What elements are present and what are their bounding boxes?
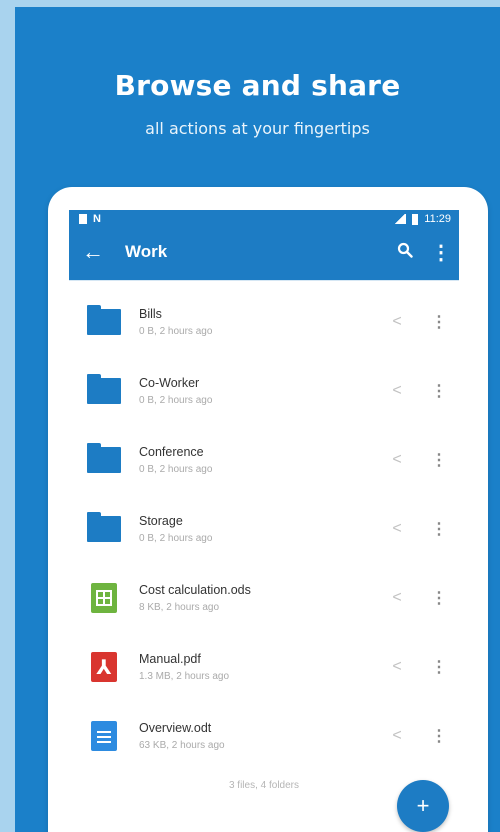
- back-arrow-icon[interactable]: ←: [69, 239, 117, 265]
- share-icon[interactable]: <: [375, 589, 419, 607]
- folder-icon: [87, 304, 121, 335]
- toolbar-divider: [69, 276, 459, 281]
- item-more-icon[interactable]: ⋮: [419, 519, 459, 539]
- list-item[interactable]: Storage 0 B, 2 hours ago < ⋮: [69, 494, 459, 563]
- file-meta: 0 B, 2 hours ago: [139, 325, 213, 337]
- promo-headline: Browse and share: [114, 69, 401, 102]
- file-name: Overview.odt: [139, 720, 212, 735]
- file-meta: 0 B, 2 hours ago: [139, 394, 213, 406]
- pdf-icon: ⅄: [91, 651, 117, 682]
- document-icon: [91, 720, 117, 751]
- share-icon[interactable]: <: [375, 313, 419, 331]
- status-time: 11:29: [424, 213, 451, 225]
- file-meta: 0 B, 2 hours ago: [139, 532, 213, 544]
- item-more-icon[interactable]: ⋮: [419, 588, 459, 608]
- folder-icon: [87, 511, 121, 542]
- file-meta: 63 KB, 2 hours ago: [139, 739, 225, 751]
- more-vert-icon[interactable]: ⋮: [423, 240, 459, 265]
- promo-frame: Browse and share all actions at your fin…: [15, 7, 500, 832]
- list-item[interactable]: Conference 0 B, 2 hours ago < ⋮: [69, 425, 459, 494]
- file-name: Storage: [139, 513, 183, 528]
- list-item[interactable]: Bills 0 B, 2 hours ago < ⋮: [69, 287, 459, 356]
- item-more-icon[interactable]: ⋮: [419, 657, 459, 677]
- item-more-icon[interactable]: ⋮: [419, 312, 459, 332]
- file-name: Manual.pdf: [139, 651, 201, 666]
- share-icon[interactable]: <: [375, 382, 419, 400]
- file-list: Bills 0 B, 2 hours ago < ⋮ Co-Worker 0 B…: [69, 281, 459, 791]
- file-meta: 0 B, 2 hours ago: [139, 463, 213, 475]
- n-badge-icon: N: [93, 213, 101, 225]
- list-item[interactable]: ⅄ Manual.pdf 1.3 MB, 2 hours ago < ⋮: [69, 632, 459, 701]
- file-name: Co-Worker: [139, 375, 200, 390]
- folder-icon: [87, 442, 121, 473]
- item-more-icon[interactable]: ⋮: [419, 381, 459, 401]
- file-name: Bills: [139, 306, 162, 321]
- phone-mockup: N 11:29 ← Work ⋮ Bills 0 B, 2 hours ago …: [48, 187, 488, 832]
- app-toolbar: ← Work ⋮: [69, 228, 459, 276]
- item-more-icon[interactable]: ⋮: [419, 726, 459, 746]
- status-bar: N 11:29: [69, 210, 459, 228]
- search-icon[interactable]: [387, 242, 423, 263]
- file-name: Cost calculation.ods: [139, 582, 251, 597]
- share-icon[interactable]: <: [375, 451, 419, 469]
- search-icon-graphic: [397, 242, 413, 258]
- promo-subheadline: all actions at your fingertips: [145, 119, 370, 138]
- list-item[interactable]: Overview.odt 63 KB, 2 hours ago < ⋮: [69, 701, 459, 770]
- list-item[interactable]: Co-Worker 0 B, 2 hours ago < ⋮: [69, 356, 459, 425]
- phone-screen: N 11:29 ← Work ⋮ Bills 0 B, 2 hours ago …: [69, 210, 459, 832]
- status-left: N: [79, 213, 101, 225]
- share-icon[interactable]: <: [375, 520, 419, 538]
- file-meta: 8 KB, 2 hours ago: [139, 601, 220, 613]
- spreadsheet-icon: [91, 582, 117, 613]
- signal-icon: [394, 214, 407, 224]
- sim-icon: [79, 214, 87, 224]
- list-summary: 3 files, 4 folders: [228, 780, 300, 791]
- folder-icon: [87, 373, 121, 404]
- toolbar-title: Work: [125, 242, 168, 261]
- list-item[interactable]: Cost calculation.ods 8 KB, 2 hours ago <…: [69, 563, 459, 632]
- status-right: 11:29: [394, 213, 451, 225]
- share-icon[interactable]: <: [375, 727, 419, 745]
- add-button[interactable]: +: [397, 780, 449, 832]
- file-name: Conference: [139, 444, 204, 459]
- battery-icon: [412, 213, 419, 225]
- file-meta: 1.3 MB, 2 hours ago: [139, 670, 230, 682]
- share-icon[interactable]: <: [375, 658, 419, 676]
- item-more-icon[interactable]: ⋮: [419, 450, 459, 470]
